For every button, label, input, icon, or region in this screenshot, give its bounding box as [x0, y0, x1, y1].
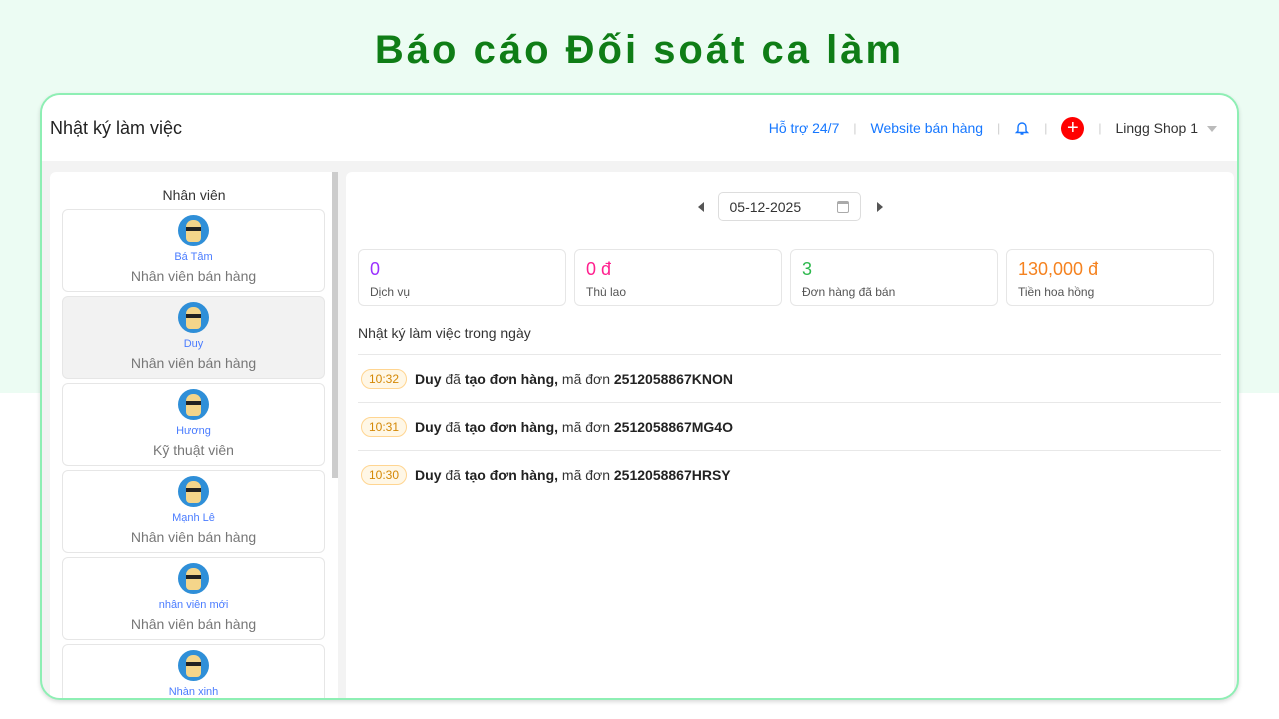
sidebar-heading: Nhân viên	[162, 187, 226, 203]
stat-label: Đơn hàng đã bán	[802, 285, 896, 299]
employee-name: nhân viên mới	[158, 599, 229, 611]
employee-role: Kỹ thuật viên	[153, 442, 234, 458]
stat-card: 0 Dịch vụ	[358, 249, 566, 306]
stat-card: 0 đ Thù lao	[574, 249, 782, 306]
log-user: Duy	[415, 418, 442, 435]
stat-value: 3	[802, 259, 813, 279]
log-code-label: mã đơn	[561, 418, 610, 435]
employee-card[interactable]: Mạnh Lê Nhân viên bán hàng	[62, 470, 325, 553]
employee-card[interactable]: nhân viên mới Nhân viên bán hàng	[62, 557, 325, 640]
stat-card: 130,000 đ Tiền hoa hồng	[1006, 249, 1214, 306]
divider: |	[1044, 121, 1048, 135]
log-time-badge: 10:30	[361, 464, 408, 485]
employee-name: Mạnh Lê	[172, 512, 215, 524]
employee-role: Nhân viên bán hàng	[130, 268, 257, 284]
log-verb: đã	[445, 370, 461, 387]
employee-role: Nhân viên bán hàng	[130, 529, 257, 545]
employee-role: Nhân viên bán hàng	[130, 355, 257, 371]
employee-name: Hương	[176, 425, 211, 437]
calendar-icon	[836, 200, 849, 213]
log-order-code: 2512058867MG4O	[613, 418, 733, 435]
employee-role: Nhân viên bán hàng	[130, 616, 257, 632]
stat-value: 130,000 đ	[1018, 259, 1099, 279]
employee-card[interactable]: Nhàn xinh	[62, 644, 325, 698]
log-action: tạo đơn hàng,	[464, 466, 559, 483]
employee-name: Duy	[183, 338, 204, 350]
stat-card: 3 Đơn hàng đã bán	[790, 249, 998, 306]
app-window: Nhật ký làm việc Hỗ trợ 24/7 | Website b…	[40, 93, 1239, 700]
employee-name: Bá Tâm	[174, 251, 213, 263]
avatar	[178, 476, 209, 507]
prev-day-icon[interactable]	[697, 201, 704, 212]
employee-card[interactable]: Duy Nhân viên bán hàng	[62, 296, 325, 379]
avatar	[178, 389, 209, 420]
date-navigator: 05-12-2025	[346, 192, 1234, 221]
scrollbar[interactable]	[332, 172, 338, 478]
log-user: Duy	[415, 370, 442, 387]
employee-name: Nhàn xinh	[168, 686, 219, 698]
support-link[interactable]: Hỗ trợ 24/7	[769, 120, 840, 136]
employee-card[interactable]: Bá Tâm Nhân viên bán hàng	[62, 209, 325, 292]
avatar	[178, 563, 209, 594]
log-row: 10:32 Duy đã tạo đơn hàng, mã đơn 251205…	[358, 354, 1221, 402]
log-user: Duy	[415, 466, 442, 483]
stat-value: 0 đ	[586, 259, 612, 279]
caret-down-icon	[1207, 126, 1217, 133]
stat-label: Dịch vụ	[370, 285, 411, 299]
date-picker[interactable]: 05-12-2025	[717, 192, 861, 221]
next-day-icon[interactable]	[876, 201, 883, 212]
log-time-badge: 10:31	[361, 416, 408, 437]
log-row: 10:31 Duy đã tạo đơn hàng, mã đơn 251205…	[358, 402, 1221, 450]
log-time-badge: 10:32	[361, 368, 408, 389]
page-title: Báo cáo Đối soát ca làm	[374, 28, 905, 72]
stat-value: 0	[370, 259, 381, 279]
website-link[interactable]: Website bán hàng	[870, 120, 983, 136]
log-action: tạo đơn hàng,	[464, 418, 559, 435]
log-code-label: mã đơn	[561, 466, 610, 483]
log-action: tạo đơn hàng,	[464, 370, 559, 387]
log-order-code: 2512058867KNON	[613, 370, 733, 387]
avatar	[178, 650, 209, 681]
employee-sidebar: Nhân viên Bá Tâm Nhân viên bán hàng Duy …	[50, 172, 338, 698]
stat-label: Tiền hoa hồng	[1018, 285, 1095, 299]
avatar	[178, 302, 209, 333]
employee-card[interactable]: Hương Kỹ thuật viên	[62, 383, 325, 466]
bell-icon[interactable]	[1014, 120, 1030, 136]
shop-name: Lingg Shop 1	[1115, 120, 1198, 136]
header: Nhật ký làm việc Hỗ trợ 24/7 | Website b…	[42, 95, 1237, 161]
divider: |	[1098, 121, 1102, 135]
log-title: Nhật ký làm việc trong ngày	[358, 325, 531, 341]
log-verb: đã	[445, 466, 461, 483]
log-order-code: 2512058867HRSY	[613, 466, 731, 483]
shop-selector[interactable]: Lingg Shop 1	[1115, 120, 1217, 136]
divider: |	[853, 121, 857, 135]
stat-label: Thù lao	[586, 285, 627, 299]
main-panel: 05-12-2025 0 Dịch vụ 0 đ Thù lao 3 Đơn h…	[346, 172, 1234, 698]
log-verb: đã	[445, 418, 461, 435]
log-row: 10:30 Duy đã tạo đơn hàng, mã đơn 251205…	[358, 450, 1221, 498]
add-button[interactable]: +	[1061, 116, 1085, 140]
avatar	[178, 215, 209, 246]
date-value: 05-12-2025	[729, 198, 802, 215]
header-title: Nhật ký làm việc	[50, 117, 183, 138]
log-code-label: mã đơn	[561, 370, 610, 387]
divider: |	[997, 121, 1001, 135]
